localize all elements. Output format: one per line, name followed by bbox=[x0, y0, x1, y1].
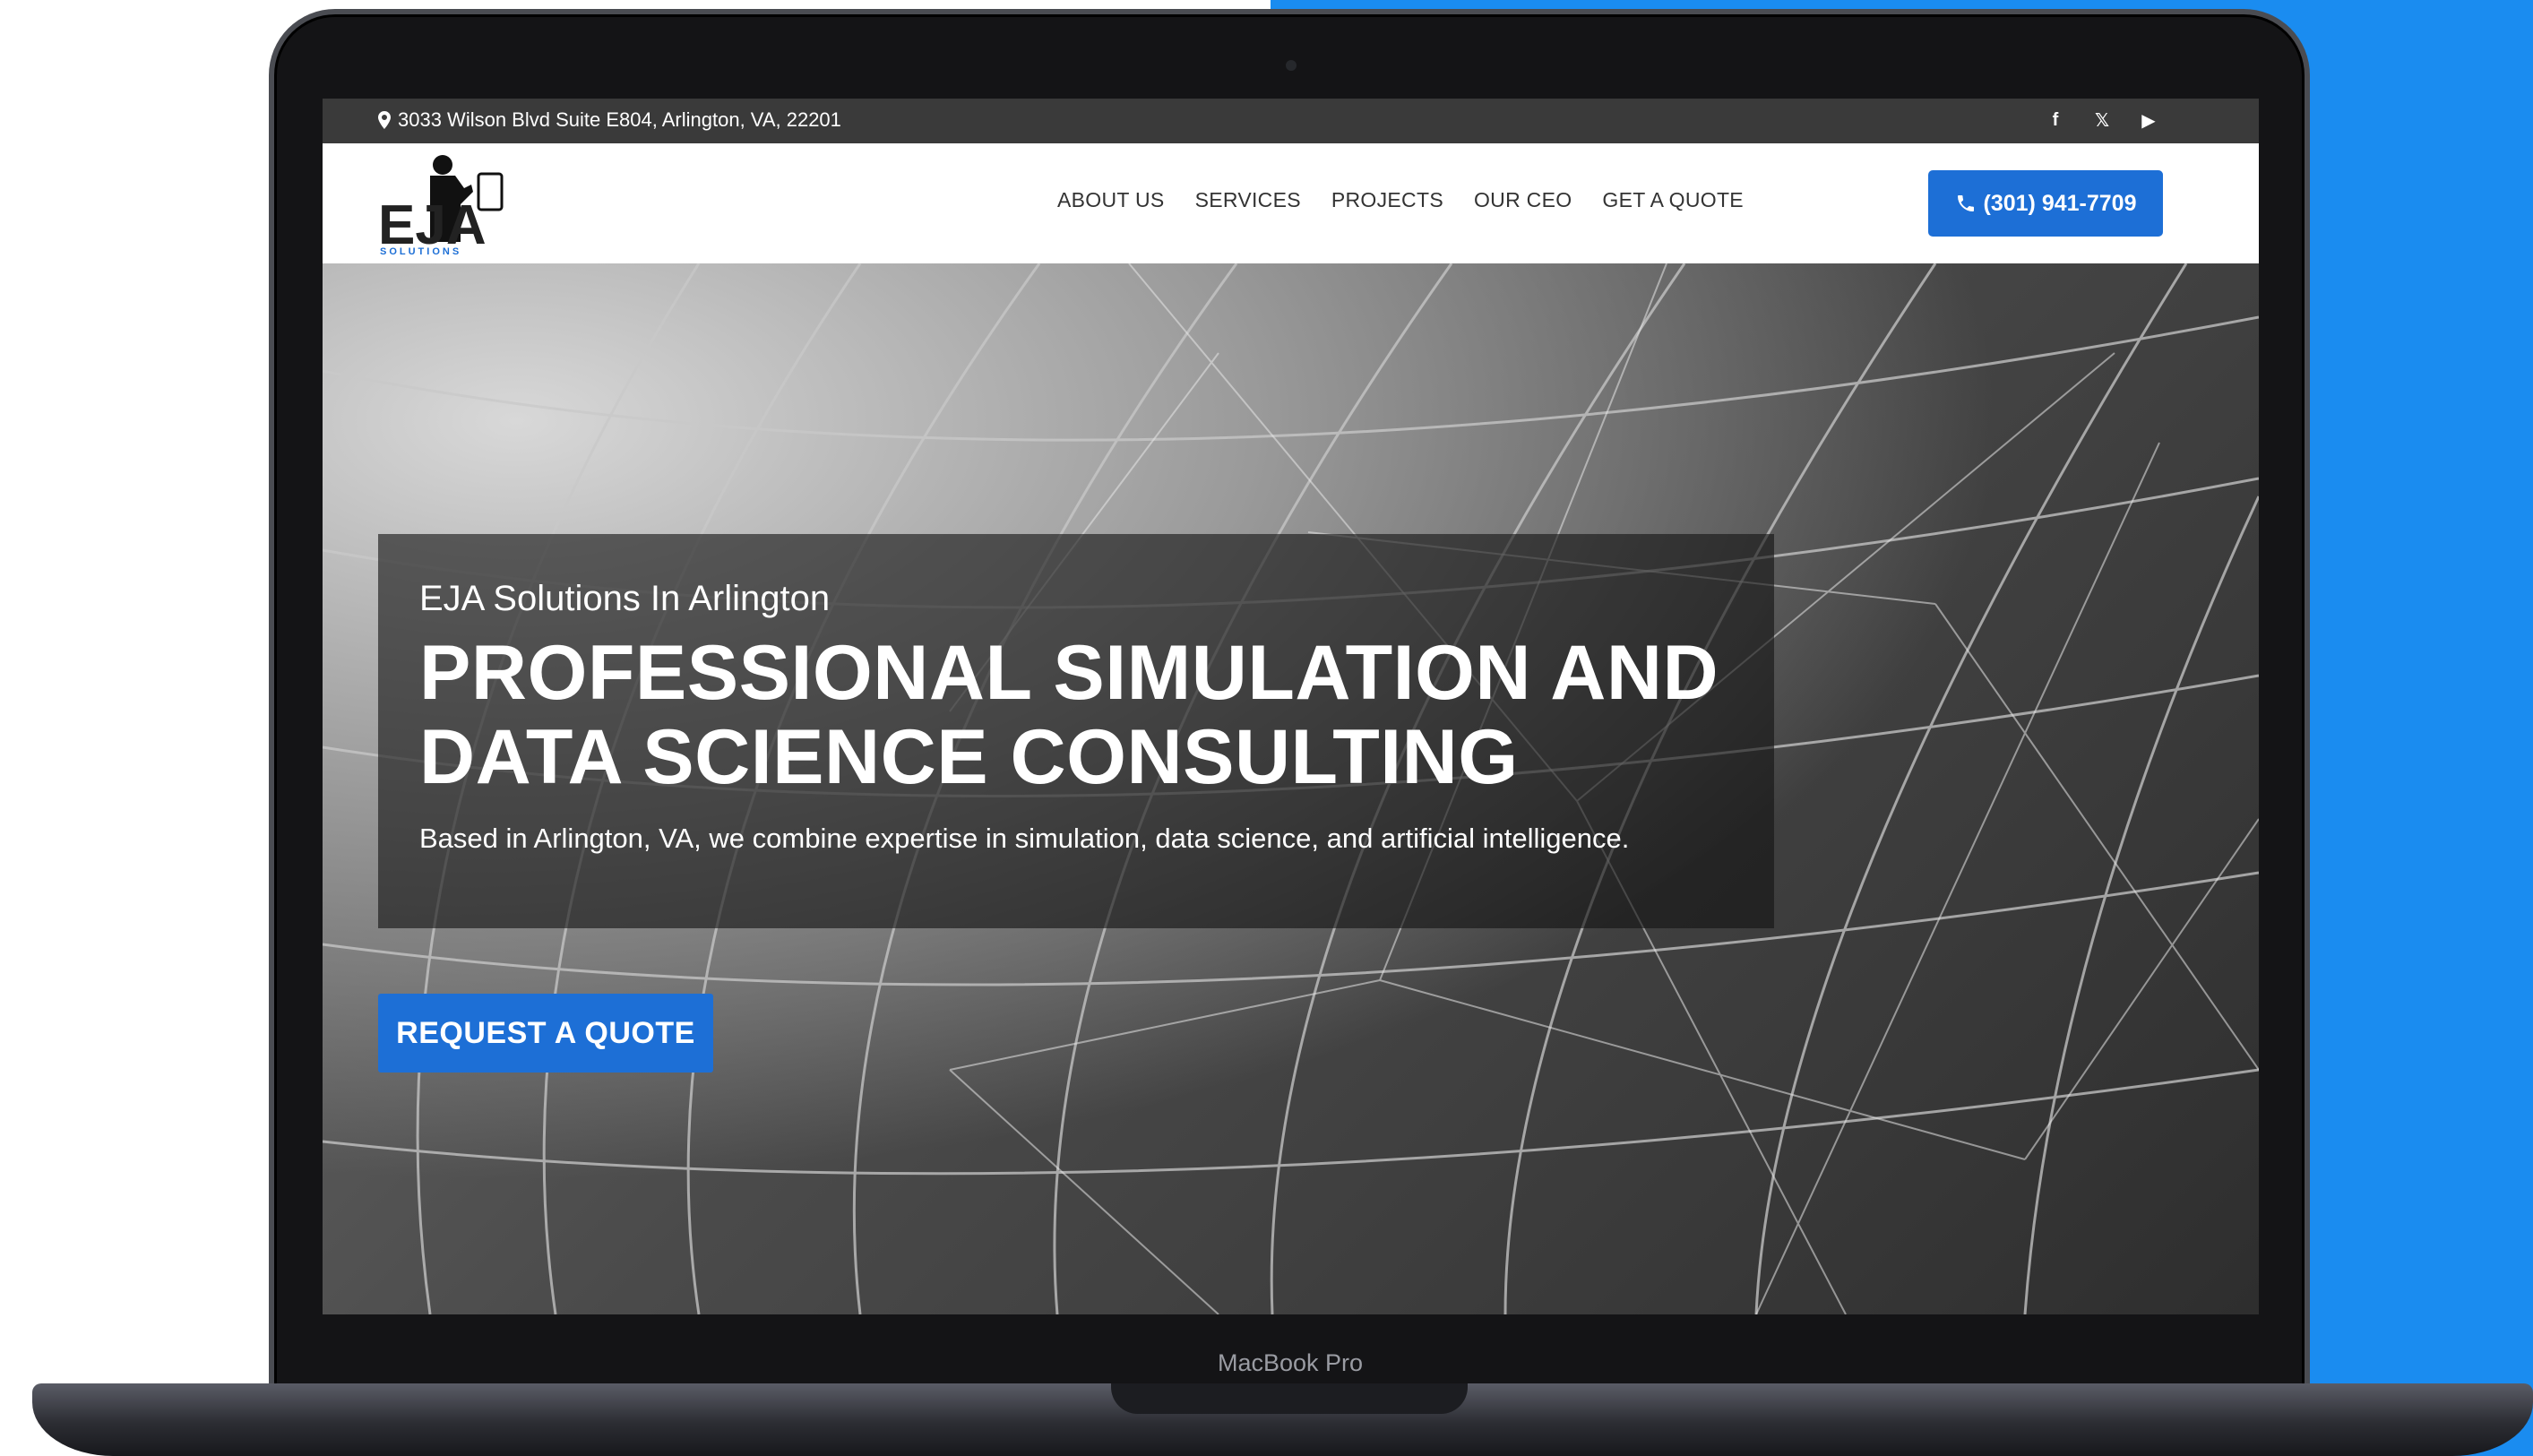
nav-get-a-quote[interactable]: GET A QUOTE bbox=[1602, 188, 1744, 212]
address-block: 3033 Wilson Blvd Suite E804, Arlington, … bbox=[378, 108, 841, 132]
camera-icon bbox=[1286, 60, 1297, 71]
map-pin-icon bbox=[378, 111, 391, 129]
hero-title-line-2: DATA SCIENCE CONSULTING bbox=[419, 714, 1519, 800]
primary-nav: ABOUT US SERVICES PROJECTS OUR CEO GET A… bbox=[1057, 188, 1744, 212]
laptop-screen: 3033 Wilson Blvd Suite E804, Arlington, … bbox=[323, 99, 2259, 1314]
hero-title-line-1: PROFESSIONAL SIMULATION AND bbox=[419, 630, 1719, 716]
top-info-bar: 3033 Wilson Blvd Suite E804, Arlington, … bbox=[323, 99, 2259, 143]
youtube-icon[interactable]: ▶ bbox=[2139, 109, 2158, 131]
request-quote-button[interactable]: REQUEST A QUOTE bbox=[378, 994, 713, 1073]
nav-our-ceo[interactable]: OUR CEO bbox=[1474, 188, 1572, 212]
address-text: 3033 Wilson Blvd Suite E804, Arlington, … bbox=[398, 108, 841, 131]
main-header: EJA SOLUTIONS ABOUT US SERVICES PROJECTS… bbox=[323, 143, 2259, 263]
phone-number: (301) 941-7709 bbox=[1983, 190, 2137, 216]
hero-subtitle: EJA Solutions In Arlington bbox=[419, 579, 831, 618]
phone-button[interactable]: (301) 941-7709 bbox=[1928, 170, 2163, 237]
svg-text:SOLUTIONS: SOLUTIONS bbox=[380, 246, 461, 256]
x-twitter-icon[interactable]: 𝕏 bbox=[2092, 109, 2112, 131]
hero-title: PROFESSIONAL SIMULATION AND DATA SCIENCE… bbox=[419, 631, 1763, 799]
social-links: f 𝕏 ▶ bbox=[2046, 109, 2158, 131]
nav-projects[interactable]: PROJECTS bbox=[1331, 188, 1443, 212]
device-label: MacBook Pro bbox=[1217, 1349, 1364, 1376]
facebook-icon[interactable]: f bbox=[2046, 109, 2065, 131]
laptop-notch bbox=[1111, 1383, 1468, 1414]
eja-solutions-logo[interactable]: EJA SOLUTIONS bbox=[378, 152, 514, 256]
hero-description: Based in Arlington, VA, we combine exper… bbox=[419, 823, 1630, 854]
nav-about-us[interactable]: ABOUT US bbox=[1057, 188, 1165, 212]
phone-icon bbox=[1957, 195, 1974, 211]
nav-services[interactable]: SERVICES bbox=[1195, 188, 1301, 212]
hero-section: EJA Solutions In Arlington PROFESSIONAL … bbox=[323, 263, 2259, 1314]
